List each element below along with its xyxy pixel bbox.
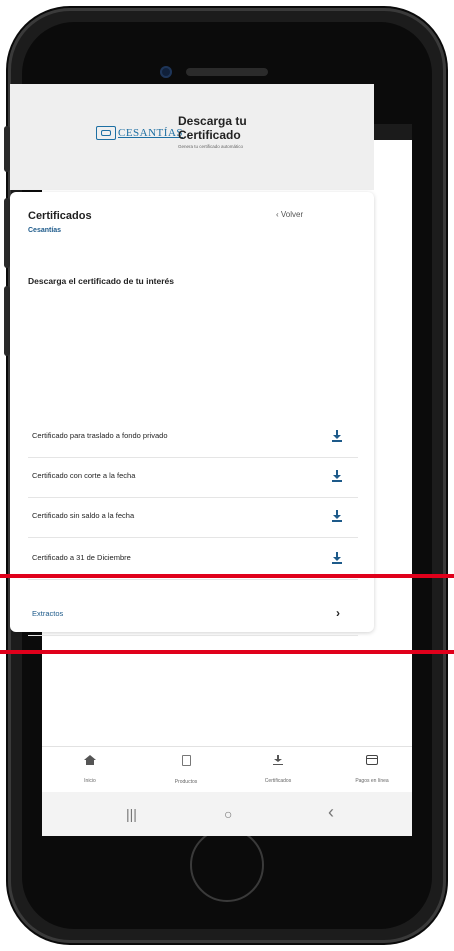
nav-label: Certificados xyxy=(264,778,292,784)
download-icon[interactable] xyxy=(332,430,342,442)
bottom-nav: Inicio Productos Certificados Pagos en l… xyxy=(42,746,412,793)
nav-label: Pagos en línea xyxy=(355,778,389,784)
nav-label: Productos xyxy=(174,779,198,785)
back-link[interactable]: ‹ Volver xyxy=(276,210,303,219)
android-navigation-bar: ||| ○ ‹ xyxy=(42,792,412,836)
certificate-item-traslado[interactable]: Certificado para traslado a fondo privad… xyxy=(28,418,358,458)
list-item-label: Certificado sin saldo a la fecha xyxy=(32,511,135,520)
extractos-item[interactable]: Extractos › xyxy=(28,596,358,636)
front-camera xyxy=(160,66,172,78)
nav-item-certificados[interactable]: Certificados xyxy=(238,755,318,787)
red-annotation-line-bottom xyxy=(0,650,454,654)
recent-apps-icon[interactable]: ||| xyxy=(126,806,137,822)
nav-item-productos[interactable]: Productos xyxy=(146,755,226,788)
card-title: Certificados xyxy=(28,210,92,222)
chevron-right-icon[interactable]: › xyxy=(336,606,340,620)
hero-title: Descarga tu Certificado xyxy=(178,114,247,142)
download-icon[interactable] xyxy=(332,552,342,564)
red-annotation-line-top xyxy=(0,574,454,578)
cesantias-brand-text: CESANTÍAS xyxy=(118,127,184,139)
hero-subtitle: Genera tu certificado automático xyxy=(178,144,244,149)
home-icon xyxy=(84,755,96,765)
card-icon xyxy=(366,755,378,765)
download-icon xyxy=(272,755,284,765)
nav-item-inicio[interactable]: Inicio xyxy=(50,755,130,787)
phone-home-button xyxy=(190,828,264,902)
download-icon[interactable] xyxy=(332,510,342,522)
download-icon[interactable] xyxy=(332,470,342,482)
nav-item-pagos[interactable]: Pagos en línea xyxy=(332,755,412,787)
android-home-icon[interactable]: ○ xyxy=(224,806,232,822)
document-icon xyxy=(181,755,191,766)
section-title: Descarga el certificado de tu interés xyxy=(28,276,174,286)
list-item-label: Certificado para traslado a fondo privad… xyxy=(32,431,168,440)
back-icon[interactable]: ‹ xyxy=(328,802,334,823)
certificate-item-corte[interactable]: Certificado con corte a la fecha xyxy=(28,458,358,498)
certificate-item-sin-saldo[interactable]: Certificado sin saldo a la fecha xyxy=(28,498,358,538)
nav-label: Inicio xyxy=(84,778,96,784)
card-subtitle: Cesantías xyxy=(28,227,62,234)
list-item-label: Extractos xyxy=(32,609,64,618)
list-item-label: Certificado a 31 de Diciembre xyxy=(32,553,131,562)
list-item-label: Certificado con corte a la fecha xyxy=(32,471,136,480)
piggy-bank-icon xyxy=(96,126,116,140)
cesantias-logo: CESANTÍAS xyxy=(96,124,183,142)
earpiece-speaker xyxy=(186,68,268,76)
